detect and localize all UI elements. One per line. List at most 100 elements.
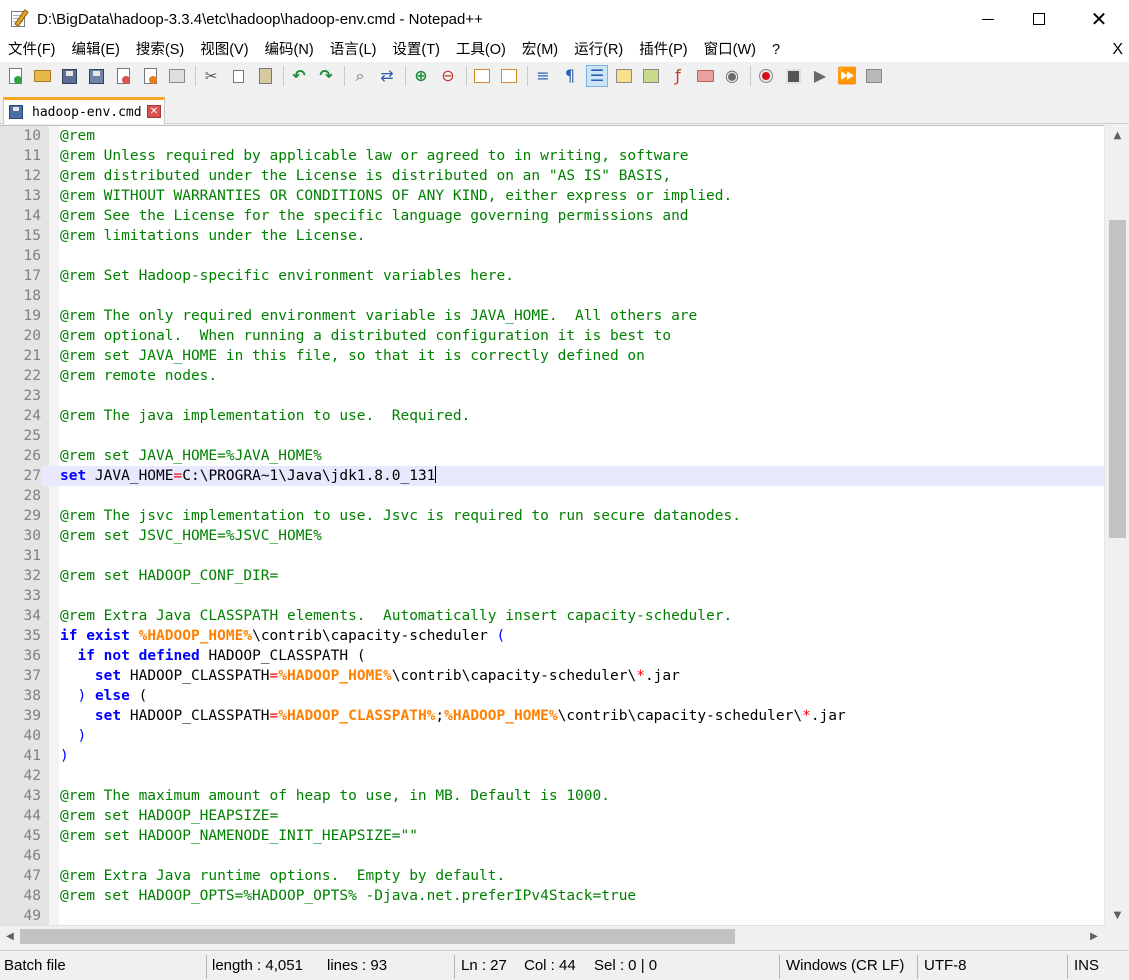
record-macro-icon[interactable] (756, 66, 776, 86)
code-line[interactable]: 42 (0, 766, 1104, 786)
menu-file[interactable]: 文件(F) (0, 38, 64, 62)
horizontal-scroll-thumb[interactable] (20, 929, 735, 944)
close-all-icon[interactable] (140, 66, 160, 86)
code-line[interactable]: 16 (0, 246, 1104, 266)
cut-icon[interactable]: ✂ (201, 66, 221, 86)
code-line[interactable]: 28 (0, 486, 1104, 506)
code-line[interactable]: 19 @rem The only required environment var… (0, 306, 1104, 326)
run-macro-multiple-icon[interactable]: ⏩ (837, 66, 857, 86)
new-file-icon[interactable] (5, 66, 25, 86)
copy-icon[interactable] (228, 66, 248, 86)
code-line[interactable]: 21 @rem set JAVA_HOME in this file, so th… (0, 346, 1104, 366)
code-line[interactable]: 22 @rem remote nodes. (0, 366, 1104, 386)
redo-icon[interactable]: ↷ (316, 66, 336, 86)
menu-language[interactable]: 语言(L) (322, 38, 385, 62)
status-insert-mode[interactable]: INS (1074, 951, 1099, 980)
tab-close-icon[interactable]: ✕ (147, 105, 161, 118)
code-line[interactable]: 33 (0, 586, 1104, 606)
user-defined-language-icon[interactable] (614, 66, 634, 86)
scroll-left-icon[interactable]: ◀ (0, 926, 20, 947)
menu-view[interactable]: 视图(V) (192, 38, 256, 62)
code-line[interactable]: 31 (0, 546, 1104, 566)
editor-area[interactable]: 10 @rem 11 @rem Unless required by applicab… (0, 125, 1104, 925)
code-line[interactable]: 47 @rem Extra Java runtime options. Empty… (0, 866, 1104, 886)
vertical-scroll-thumb[interactable] (1109, 220, 1126, 538)
monitoring-icon[interactable]: ◉ (722, 66, 742, 86)
code-line[interactable]: 41) (0, 746, 1104, 766)
code-line[interactable]: 11 @rem Unless required by applicable law… (0, 146, 1104, 166)
current-line[interactable]: 27 set JAVA_HOME=C:\PROGRA~1\Java\jdk1.8.… (0, 466, 1104, 486)
code-line[interactable]: 29 @rem The jsvc implementation to use. J… (0, 506, 1104, 526)
replace-icon[interactable]: ⇄ (377, 66, 397, 86)
sync-vertical-icon[interactable] (472, 66, 492, 86)
paste-icon[interactable] (255, 66, 275, 86)
code-line[interactable]: 25 (0, 426, 1104, 446)
code-line[interactable]: 12 @rem distributed under the License is … (0, 166, 1104, 186)
code-line[interactable]: 44 @rem set HADOOP_HEAPSIZE= (0, 806, 1104, 826)
show-all-characters-icon[interactable]: ¶ (560, 66, 580, 86)
zoom-out-icon[interactable]: ⊖ (438, 66, 458, 86)
sync-horizontal-icon[interactable] (499, 66, 519, 86)
folder-as-workspace-icon[interactable] (695, 66, 715, 86)
code-line[interactable]: 30 @rem set JSVC_HOME=%JSVC_HOME% (0, 526, 1104, 546)
code-line[interactable]: 23 (0, 386, 1104, 406)
scroll-right-icon[interactable]: ▶ (1084, 926, 1104, 947)
close-document-button[interactable]: X (1112, 38, 1123, 62)
print-icon[interactable] (167, 66, 187, 86)
save-macro-icon[interactable] (864, 66, 884, 86)
word-wrap-icon[interactable]: ≡ (533, 66, 553, 86)
zoom-in-icon[interactable]: ⊕ (411, 66, 431, 86)
playback-macro-icon[interactable]: ▶ (810, 66, 830, 86)
scroll-down-icon[interactable]: ▼ (1105, 905, 1129, 925)
scroll-up-icon[interactable]: ▲ (1105, 125, 1129, 145)
notepad-app-icon[interactable] (10, 9, 30, 29)
status-eol[interactable]: Windows (CR LF) (786, 951, 904, 980)
menu-window[interactable]: 窗口(W) (696, 38, 764, 62)
code-line[interactable]: 32 @rem set HADOOP_CONF_DIR= (0, 566, 1104, 586)
find-icon[interactable]: ⌕ (350, 66, 370, 86)
code-line[interactable]: 37 set HADOOP_CLASSPATH=%HADOOP_HOME%\co… (0, 666, 1104, 686)
code-line[interactable]: 10 @rem (0, 126, 1104, 146)
document-map-icon[interactable] (641, 66, 661, 86)
horizontal-scrollbar[interactable]: ◀ ▶ (0, 925, 1104, 946)
code-line[interactable]: 35 if exist %HADOOP_HOME%\contrib\capacit… (0, 626, 1104, 646)
code-line[interactable]: 26 @rem set JAVA_HOME=%JAVA_HOME% (0, 446, 1104, 466)
code-line[interactable]: 20 @rem optional. When running a distribu… (0, 326, 1104, 346)
menu-tools[interactable]: 工具(O) (448, 38, 514, 62)
code-line[interactable]: 49 (0, 906, 1104, 925)
minimize-button[interactable] (960, 0, 1016, 38)
function-list-icon[interactable]: ƒ (668, 66, 688, 86)
indent-guide-icon[interactable]: ☰ (586, 65, 608, 87)
undo-icon[interactable]: ↶ (289, 66, 309, 86)
code-line[interactable]: 18 (0, 286, 1104, 306)
menu-macro[interactable]: 宏(M) (514, 38, 566, 62)
code-line[interactable]: 34 @rem Extra Java CLASSPATH elements. Au… (0, 606, 1104, 626)
menu-plugins[interactable]: 插件(P) (631, 38, 695, 62)
code-line[interactable]: 40 ) (0, 726, 1104, 746)
save-all-icon[interactable] (86, 66, 106, 86)
code-line[interactable]: 38 ) else ( (0, 686, 1104, 706)
menu-help[interactable]: ? (764, 38, 788, 62)
code-line[interactable]: 13 @rem WITHOUT WARRANTIES OR CONDITIONS … (0, 186, 1104, 206)
code-line[interactable]: 24 @rem The java implementation to use. R… (0, 406, 1104, 426)
code-line[interactable]: 46 (0, 846, 1104, 866)
code-line[interactable]: 43 @rem The maximum amount of heap to use… (0, 786, 1104, 806)
code-line[interactable]: 36 if not defined HADOOP_CLASSPATH ( (0, 646, 1104, 666)
save-icon[interactable] (59, 66, 79, 86)
menu-settings[interactable]: 设置(T) (384, 38, 448, 62)
code-line[interactable]: 39 set HADOOP_CLASSPATH=%HADOOP_CLASSPAT… (0, 706, 1104, 726)
status-encoding[interactable]: UTF-8 (924, 951, 967, 980)
vertical-scrollbar[interactable]: ▲ ▼ (1104, 125, 1129, 925)
menu-encoding[interactable]: 编码(N) (257, 38, 322, 62)
menu-run[interactable]: 运行(R) (566, 38, 631, 62)
menu-edit[interactable]: 编辑(E) (64, 38, 128, 62)
code-line[interactable]: 17 @rem Set Hadoop-specific environment v… (0, 266, 1104, 286)
code-line[interactable]: 14 @rem See the License for the specific … (0, 206, 1104, 226)
code-line[interactable]: 15 @rem limitations under the License. (0, 226, 1104, 246)
stop-recording-icon[interactable] (783, 66, 803, 86)
menu-search[interactable]: 搜索(S) (128, 38, 192, 62)
open-file-icon[interactable] (32, 66, 52, 86)
tab-hadoop-env-cmd[interactable]: hadoop-env.cmd ✕ (3, 97, 165, 124)
maximize-button[interactable] (1011, 0, 1067, 38)
code-line[interactable]: 48 @rem set HADOOP_OPTS=%HADOOP_OPTS% -Dj… (0, 886, 1104, 906)
